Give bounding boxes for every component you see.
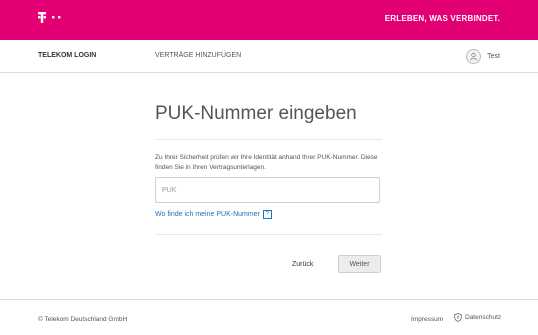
top-navigation: TELEKOM LOGIN VERTRÄGE HINZUFÜGEN Test bbox=[0, 40, 538, 73]
next-button[interactable]: Weiter bbox=[338, 255, 381, 273]
help-icon: ? bbox=[262, 210, 272, 219]
impressum-link[interactable]: Impressum bbox=[411, 316, 443, 323]
shield-icon bbox=[454, 313, 462, 322]
privacy-link[interactable]: Datenschutz bbox=[465, 314, 501, 321]
copyright-text: © Telekom Deutschland GmbH bbox=[38, 316, 128, 323]
puk-help-link-label: Wo finde ich meine PUK-Nummer bbox=[155, 211, 260, 218]
puk-input[interactable] bbox=[155, 177, 380, 203]
puk-help-link[interactable]: Wo finde ich meine PUK-Nummer ? bbox=[155, 210, 272, 219]
security-info-text: Zu Ihrer Sicherheit prüfen wir Ihre Iden… bbox=[155, 154, 378, 171]
divider bbox=[155, 234, 382, 235]
footer: © Telekom Deutschland GmbH Impressum Dat… bbox=[0, 299, 538, 335]
brand-bar: ERLEBEN, WAS VERBINDET. bbox=[0, 0, 538, 40]
user-icon bbox=[466, 48, 482, 64]
telekom-logo[interactable] bbox=[38, 12, 68, 28]
nav-add-contracts[interactable]: VERTRÄGE HINZUFÜGEN bbox=[155, 52, 241, 59]
divider bbox=[155, 139, 382, 140]
page-title: PUK-Nummer eingeben bbox=[155, 103, 357, 124]
privacy-link-group[interactable]: Datenschutz bbox=[454, 313, 501, 322]
brand-slogan: ERLEBEN, WAS VERBINDET. bbox=[384, 14, 500, 23]
puk-entry-panel: PUK-Nummer eingeben Zu Ihrer Sicherheit … bbox=[0, 73, 538, 299]
back-button[interactable]: Zurück bbox=[292, 256, 313, 272]
user-name: Test bbox=[487, 52, 500, 60]
nav-telekom-login[interactable]: TELEKOM LOGIN bbox=[38, 52, 96, 59]
user-menu[interactable]: Test bbox=[466, 48, 500, 64]
